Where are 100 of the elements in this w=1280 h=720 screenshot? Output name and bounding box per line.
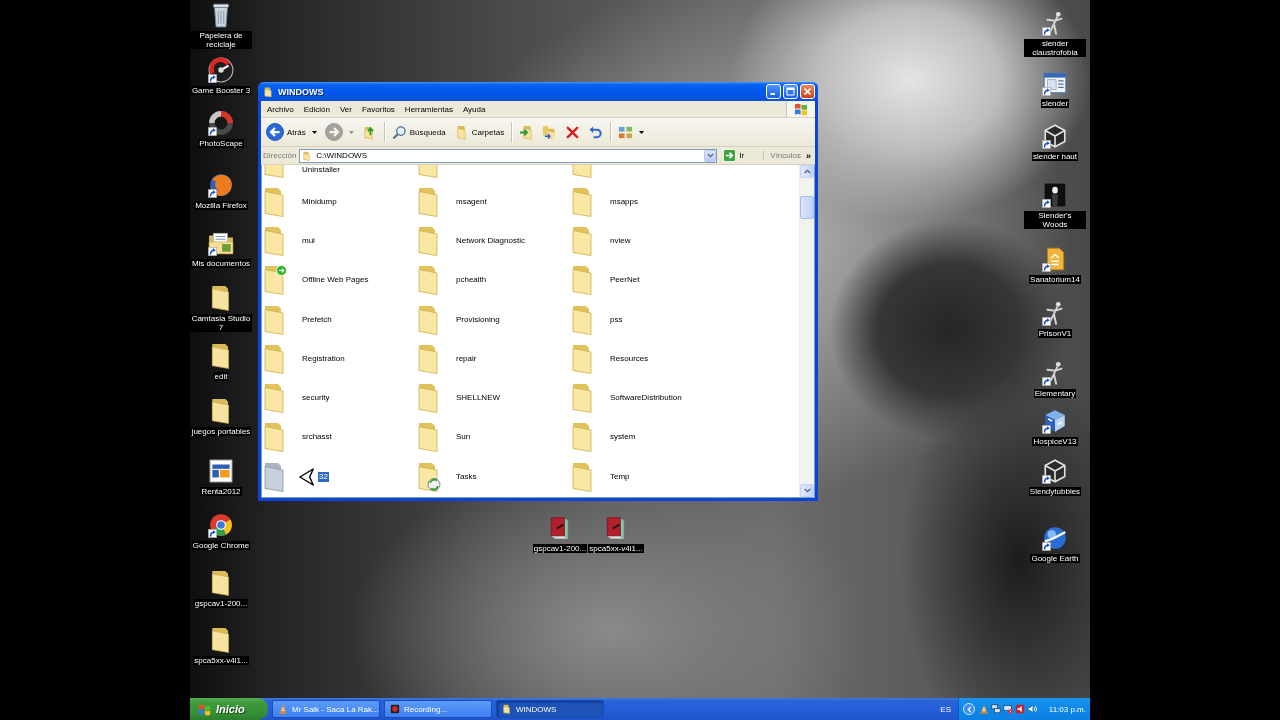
traffic-cone-icon[interactable] xyxy=(979,704,989,714)
cursor-icon xyxy=(299,467,315,486)
folder-name[interactable]: security xyxy=(301,393,331,404)
globe-folder-icon[interactable] xyxy=(263,265,287,296)
desktop-icon-label[interactable]: slender xyxy=(1040,99,1070,108)
desktop-icon-label[interactable]: Renta2012 xyxy=(200,487,242,496)
speaker-icon[interactable] xyxy=(1015,704,1025,714)
links-label[interactable]: Vínculos xyxy=(763,151,801,160)
chevron-left-icon xyxy=(966,705,972,713)
folder-name[interactable]: pchealth xyxy=(455,275,488,286)
scroll-up-button[interactable] xyxy=(800,165,814,178)
menu-item[interactable]: Ver xyxy=(334,104,357,114)
chevron-up-icon xyxy=(803,169,811,174)
taskbar-button[interactable]: WINDOWS xyxy=(496,700,604,718)
desktop-icon-label[interactable]: slender claustrofobia xyxy=(1024,39,1086,57)
desktop-icon-label[interactable]: edit xyxy=(213,372,229,381)
folder-name[interactable]: nview xyxy=(609,235,632,246)
folder-icon xyxy=(302,150,313,161)
desktop-icon-label[interactable]: PrisonV1 xyxy=(1037,329,1073,338)
close-button[interactable] xyxy=(800,84,815,99)
menu-item[interactable]: Ayuda xyxy=(457,104,491,114)
folder-icon xyxy=(502,704,512,714)
folder-icon xyxy=(263,85,274,98)
menu-item[interactable]: Herramientas xyxy=(399,104,458,114)
folder-name[interactable]: Resources xyxy=(609,353,650,364)
window-icon[interactable] xyxy=(1042,70,1068,96)
maximize-button[interactable] xyxy=(783,84,798,99)
show-hidden-icons-button[interactable] xyxy=(963,703,975,715)
curved-arrow-icon xyxy=(588,124,604,140)
desktop-icon-label[interactable]: Papelera de reciclaje xyxy=(190,31,252,49)
scrollbar-thumb[interactable] xyxy=(800,196,814,219)
minimize-button[interactable] xyxy=(766,84,781,99)
desktop-icon-label[interactable]: gspcav1-200... xyxy=(532,544,588,553)
folder-name[interactable]: msagent xyxy=(455,196,488,207)
folder-name[interactable]: Uninstaller xyxy=(301,165,341,175)
volume-icon[interactable] xyxy=(1027,704,1037,714)
clock: 11:03 p.m. xyxy=(1048,704,1086,714)
chevron-down-icon xyxy=(803,488,811,493)
address-label: Dirección xyxy=(263,151,297,160)
desktop-icon-label[interactable]: Mozilla Firefox xyxy=(194,201,248,210)
desktop-icon-label[interactable]: Slendytubbies xyxy=(1028,487,1082,496)
folder-name[interactable]: Provisioning xyxy=(455,314,501,325)
back-button[interactable]: Atrás xyxy=(263,120,320,144)
desktop-icon-label[interactable]: PhotoScape xyxy=(198,139,244,148)
desktop-icon-label[interactable]: Slender's Woods xyxy=(1024,211,1086,229)
address-dropdown-button[interactable] xyxy=(704,149,717,162)
folder-name[interactable]: pss xyxy=(609,314,624,325)
desktop-icon-label[interactable]: juegos portables xyxy=(190,427,252,436)
tile-logo-icon[interactable] xyxy=(208,458,234,484)
folder-up-arrow-icon xyxy=(361,124,377,140)
language-indicator[interactable]: ES xyxy=(940,704,951,714)
menu-item[interactable]: Favoritos xyxy=(356,104,400,114)
desktop-icon-label[interactable]: spca5xx-v4l1... xyxy=(193,656,249,665)
search-button[interactable]: Búsqueda xyxy=(388,120,449,144)
folder-name[interactable]: SHELLNEW xyxy=(455,393,501,404)
isometric-box-icon[interactable] xyxy=(1042,408,1068,434)
desktop-icon-label[interactable]: Elementary xyxy=(1033,389,1077,398)
desktop-icon-label[interactable]: Camtasia Studio 7 xyxy=(190,314,252,332)
desktop-icon-label[interactable]: Game Booster 3 xyxy=(190,86,252,95)
folder-arrow-icon xyxy=(519,124,535,140)
go-button[interactable]: Ir xyxy=(721,149,747,162)
network-error-icon[interactable] xyxy=(1003,704,1013,714)
folder-name[interactable]: repair xyxy=(455,353,478,364)
vertical-scrollbar[interactable] xyxy=(799,165,814,497)
desktop-icon-label[interactable]: spca5xx-v4l1... xyxy=(588,544,644,553)
desktop-icon-label[interactable]: Sanatorium14 xyxy=(1029,275,1081,284)
desktop-icon-label[interactable]: Google Chrome xyxy=(191,541,251,550)
folders-button[interactable]: Carpetas xyxy=(450,120,508,144)
folder-name[interactable]: SoftwareDistribution xyxy=(609,393,683,404)
desktop-icon-label[interactable]: HospiceV13 xyxy=(1032,437,1078,446)
folder-name[interactable]: Tasks xyxy=(455,471,478,482)
folder-name[interactable]: PeerNet xyxy=(609,275,641,286)
desktop-icon-label[interactable]: Mis documentos xyxy=(190,259,252,268)
wheel-logo-icon[interactable] xyxy=(208,512,234,538)
folder-name[interactable]: Prefetch xyxy=(301,314,333,325)
folder-name[interactable]: Sun xyxy=(455,432,472,443)
folder-name[interactable]: Temp xyxy=(609,471,631,482)
start-button[interactable]: Inicio xyxy=(190,698,268,720)
folder-name[interactable]: Offline Web Pages xyxy=(301,275,370,286)
folder-name[interactable]: Registration xyxy=(301,353,346,364)
folder-name[interactable]: Minidump xyxy=(301,196,338,207)
folder-name[interactable]: srchasst xyxy=(301,432,333,443)
folder-name[interactable]: system xyxy=(609,432,637,443)
desktop-icon-label[interactable]: gspcav1-200... xyxy=(193,599,249,608)
close-icon xyxy=(803,87,812,96)
globe-icon[interactable] xyxy=(208,172,234,198)
folder-name[interactable]: msapps xyxy=(609,196,639,207)
scroll-down-button[interactable] xyxy=(800,484,814,497)
folder-name[interactable]: Network Diagnostic xyxy=(455,235,526,246)
window-title: WINDOWS xyxy=(278,86,325,97)
menu-item[interactable]: Edición xyxy=(298,104,335,114)
desktop-icon-label[interactable]: Google Earth xyxy=(1030,554,1080,563)
desktop-icon-label[interactable]: slender haut xyxy=(1032,152,1078,161)
address-field[interactable]: C:\WINDOWS xyxy=(299,148,718,163)
network-icon[interactable] xyxy=(991,704,1001,714)
more-links-button[interactable]: » xyxy=(804,150,813,161)
folder-name[interactable]: 32 xyxy=(318,471,329,482)
menu-item[interactable]: Archivo xyxy=(262,104,299,114)
clock-folder-icon[interactable] xyxy=(417,461,441,492)
folder-name[interactable]: mui xyxy=(301,235,316,246)
